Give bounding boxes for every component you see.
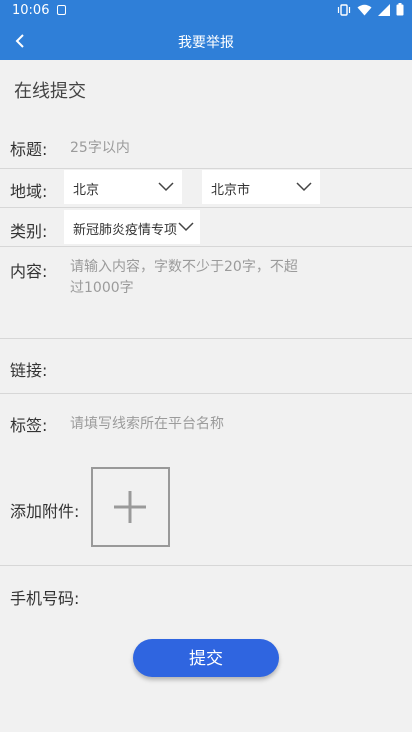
attachment-label: 添加附件: [10,502,80,521]
city-value: 北京市 [211,183,251,198]
category-label: 类别: [10,222,48,241]
divider [0,338,412,339]
divider [0,207,412,208]
city-select[interactable]: 北京市 [202,170,320,204]
notification-icon [57,5,66,15]
phone-input[interactable] [95,578,395,610]
tag-label: 标签: [10,416,48,435]
content-label: 内容: [10,262,48,281]
divider [0,168,412,169]
section-title: 在线提交 [14,81,86,102]
divider [0,393,412,394]
chevron-down-icon [296,182,312,192]
app-bar: 我要举报 [0,22,412,60]
link-input[interactable] [70,350,400,382]
status-bar: 10:06 [0,0,412,22]
chevron-down-icon [158,182,174,192]
region-label: 地域: [10,182,48,201]
province-value: 北京 [73,183,100,198]
link-label: 链接: [10,361,48,380]
title-label: 标题: [10,140,48,159]
content-input[interactable]: 请输入内容，字数不少于20字，不超过1000字 [70,257,300,299]
vibrate-icon [337,3,351,20]
plus-icon [114,491,146,523]
status-time: 10:06 [12,3,50,18]
phone-label: 手机号码: [10,589,80,608]
province-select[interactable]: 北京 [64,170,182,204]
tag-input[interactable]: 请填写线索所在平台名称 [70,413,224,433]
divider [0,565,412,566]
add-attachment-button[interactable] [91,467,170,547]
page-title: 我要举报 [178,35,234,51]
category-select[interactable]: 新冠肺炎疫情专项 [64,210,200,244]
category-value: 新冠肺炎疫情专项 [73,223,178,238]
chevron-down-icon [178,222,194,232]
signal-icon [378,3,390,20]
divider [0,246,412,247]
status-icons [337,3,404,20]
title-input[interactable]: 25字以内 [70,137,130,157]
battery-icon [396,3,404,20]
submit-button[interactable]: 提交 [133,639,279,677]
wifi-icon [357,4,372,20]
